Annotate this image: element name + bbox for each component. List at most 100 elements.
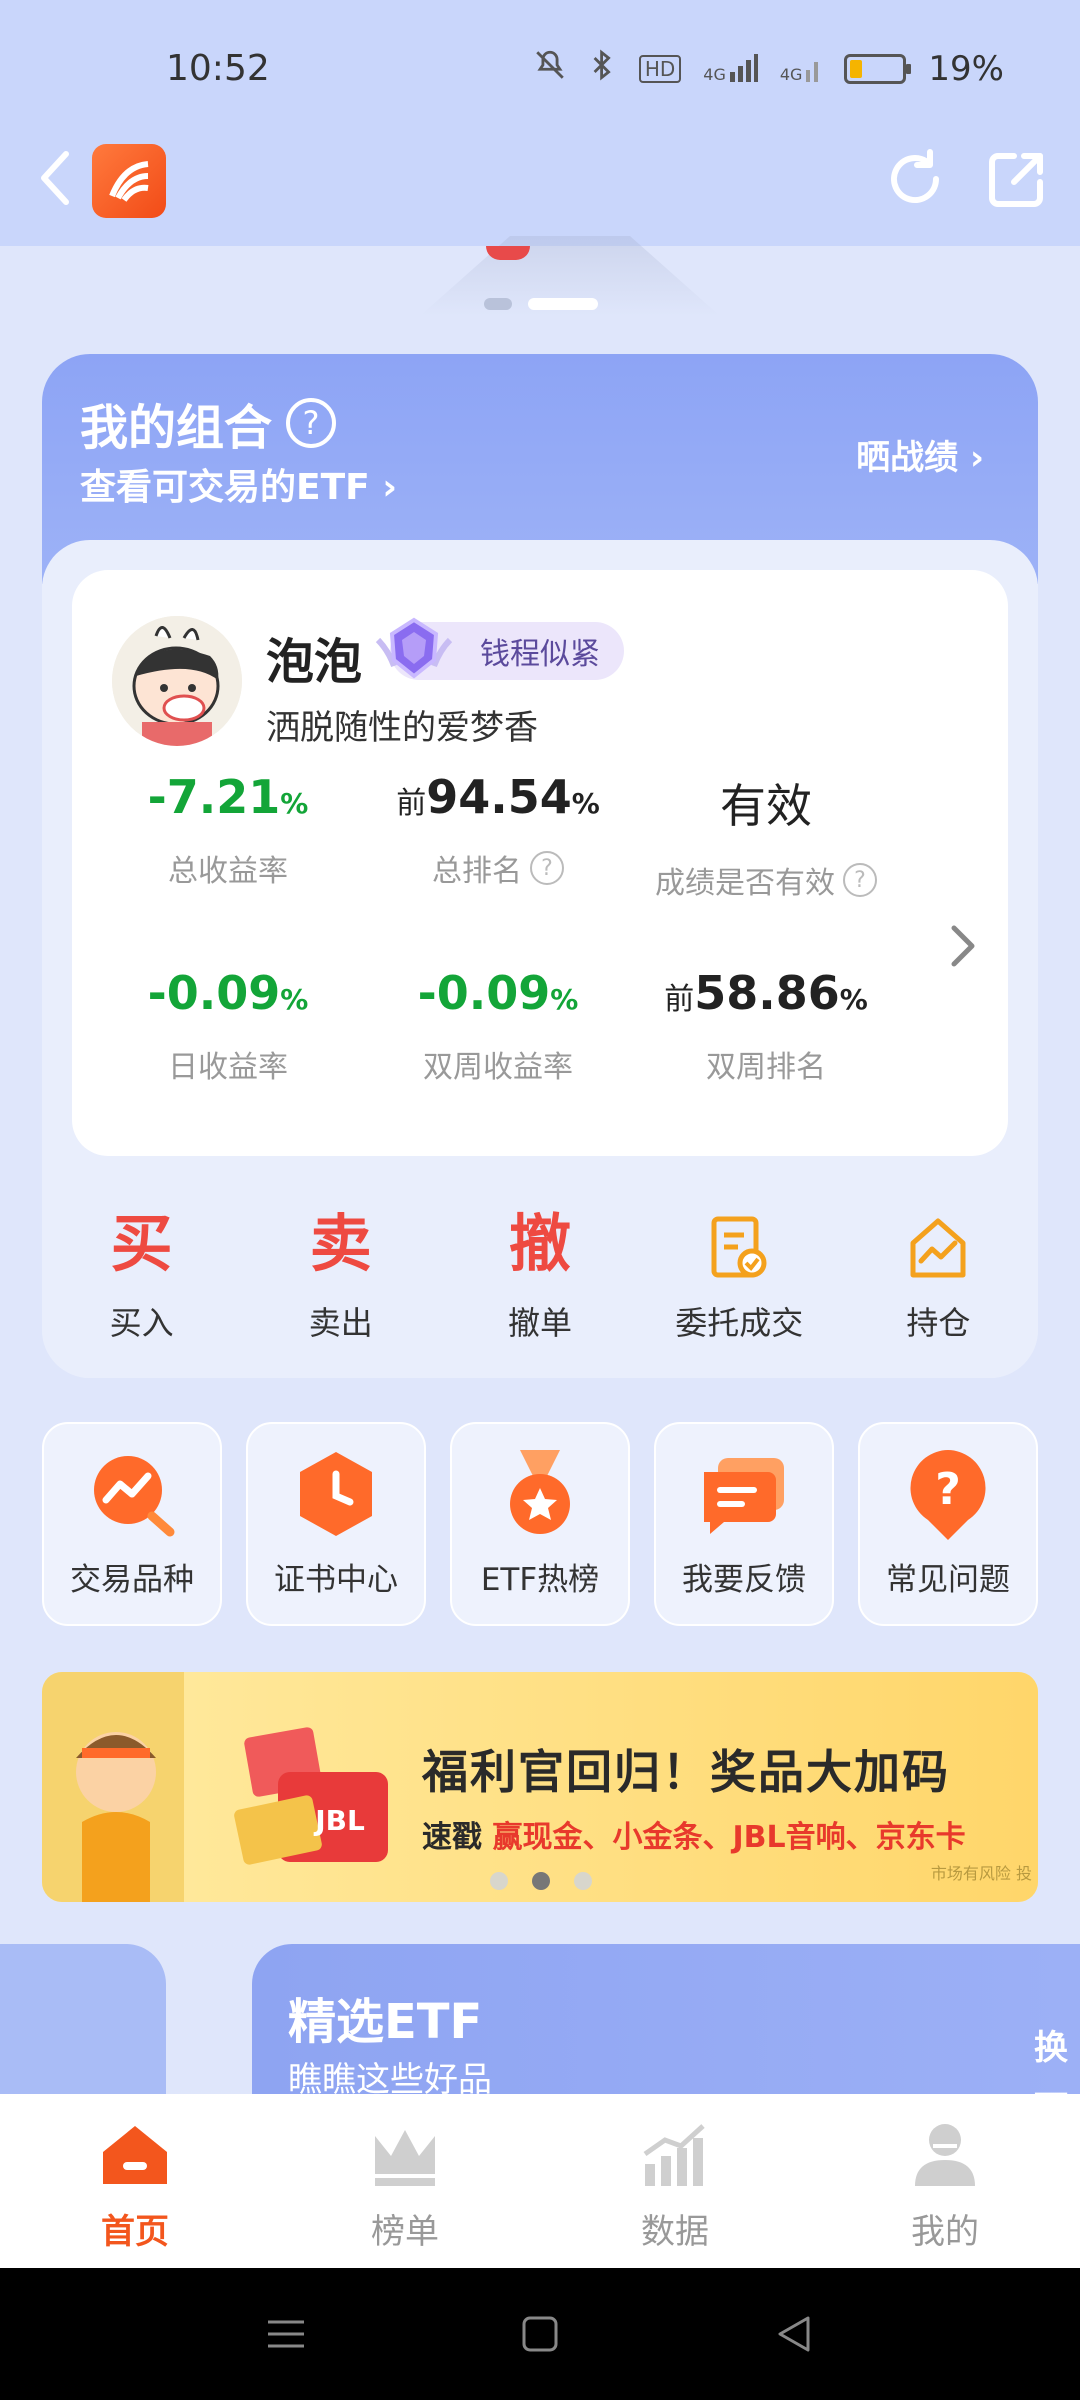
chat-icon — [694, 1444, 794, 1544]
svg-text:?: ? — [935, 1464, 961, 1515]
profile-card[interactable]: 泡泡 钱程似紧 洒脱随性的爱梦香 -7.21% 总收益率 前94.54% 总排名… — [72, 570, 1008, 1156]
chevron-right-icon: › — [969, 438, 984, 478]
help-icon[interactable]: ? — [843, 863, 877, 897]
selected-etf-title: 精选ETF — [288, 1994, 483, 2050]
trend-search-icon — [82, 1444, 182, 1544]
stat-prefix: 前 — [664, 982, 695, 1017]
chevron-right-icon: › — [382, 467, 398, 508]
carousel-dot — [484, 298, 512, 310]
tile-faq[interactable]: ? 常见问题 — [858, 1422, 1038, 1626]
carousel-dot-active — [528, 298, 598, 310]
stat-value: -0.09 — [417, 966, 551, 1020]
battery-icon — [844, 53, 912, 84]
home-square-icon[interactable] — [518, 2312, 562, 2356]
stat-daily-return: -0.09% 日收益率 — [98, 966, 358, 1086]
stat-biweekly-return: -0.09% 双周收益率 — [368, 966, 628, 1086]
logo-icon — [109, 161, 149, 202]
tile-feedback[interactable]: 我要反馈 — [654, 1422, 834, 1626]
holdings-label: 持仓 — [906, 1304, 971, 1342]
refresh-icon — [891, 149, 939, 204]
stat-total-return: -7.21% 总收益率 — [98, 770, 358, 890]
stat-label: 双周排名 — [706, 1050, 826, 1085]
prize-illustration: JBL — [228, 1712, 408, 1872]
stat-value: 有效 — [720, 779, 812, 833]
question-bubble-icon: ? — [898, 1444, 998, 1544]
nav-rankings[interactable]: 榜单 — [270, 2094, 540, 2268]
quick-tiles: 交易品种 证书中心 ETF热榜 我要反馈 ? 常见问题 — [42, 1422, 1038, 1626]
tile-label: 常见问题 — [886, 1562, 1010, 1598]
stat-value: 94.54 — [426, 770, 572, 824]
view-etf-label: 查看可交易的ETF — [80, 467, 370, 508]
share-button[interactable] — [984, 146, 1050, 212]
orders-button[interactable]: 委托成交 — [640, 1204, 839, 1354]
avatar[interactable] — [112, 616, 242, 746]
nav-profile[interactable]: 我的 — [810, 2094, 1080, 2268]
bottom-navigation: 首页 榜单 数据 我的 — [0, 2094, 1080, 2268]
user-motto: 洒脱随性的爱梦香 — [266, 708, 538, 748]
holdings-button[interactable]: 持仓 — [839, 1204, 1038, 1354]
nav-label: 我的 — [911, 2212, 979, 2252]
share-results-link[interactable]: 晒战绩 › — [856, 430, 984, 479]
prize-card-text: JBL — [313, 1804, 365, 1837]
user-icon — [907, 2120, 983, 2190]
cancel-glyph: 撤 — [509, 1207, 572, 1280]
stat-value: 58.86 — [694, 966, 840, 1020]
buy-label: 买入 — [109, 1304, 174, 1342]
etf-prev-card[interactable] — [0, 1944, 166, 2094]
stat-value: -7.21 — [147, 770, 281, 824]
stat-unit: % — [571, 787, 600, 820]
user-nickname: 泡泡 — [266, 634, 363, 690]
chevron-right-icon[interactable] — [942, 916, 982, 976]
network-label-a: 4G — [703, 64, 726, 84]
banner-prev-slide — [42, 1672, 184, 1902]
mute-icon — [533, 48, 567, 89]
sell-label: 卖出 — [308, 1304, 373, 1342]
document-check-icon — [640, 1204, 839, 1284]
tile-trade-varieties[interactable]: 交易品种 — [42, 1422, 222, 1626]
back-button[interactable] — [30, 148, 80, 208]
avatar-icon — [112, 616, 242, 746]
sell-button[interactable]: 卖 卖出 — [241, 1204, 440, 1354]
tile-certificate-center[interactable]: 证书中心 — [246, 1422, 426, 1626]
banner-dot-active — [532, 1872, 550, 1890]
buy-button[interactable]: 买 买入 — [42, 1204, 241, 1354]
promo-banner[interactable]: JBL 福利官回归！奖品大加码 速戳 赢现金、小金条、JBL音响、京东卡 市场有… — [42, 1672, 1038, 1902]
menu-icon[interactable] — [264, 2312, 308, 2356]
stat-unit: % — [280, 787, 309, 820]
orders-label: 委托成交 — [675, 1304, 804, 1342]
tile-etf-hot[interactable]: ETF热榜 — [450, 1422, 630, 1626]
banner-title: 福利官回归！奖品大加码 — [422, 1745, 950, 1799]
bluetooth-icon — [589, 48, 617, 89]
help-icon[interactable]: ? — [530, 851, 564, 885]
trade-actions: 买 买入 卖 卖出 撤 撤单 委托成交 持仓 — [42, 1204, 1038, 1354]
view-etf-link[interactable]: 查看可交易的ETF › — [80, 458, 397, 510]
cancel-label: 撤单 — [508, 1304, 573, 1342]
buy-glyph: 买 — [110, 1207, 173, 1280]
stat-total-rank: 前94.54% 总排名? — [368, 770, 628, 890]
cancel-order-button[interactable]: 撤 撤单 — [440, 1204, 639, 1354]
signal-icon-a: 4G — [703, 53, 758, 84]
system-navigation-bar — [0, 2268, 1080, 2400]
nav-data[interactable]: 数据 — [540, 2094, 810, 2268]
banner-sub-prefix: 速戳 — [422, 1820, 493, 1855]
nav-label: 首页 — [101, 2212, 169, 2252]
sell-glyph: 卖 — [309, 1207, 372, 1280]
stat-label: 总排名 — [432, 854, 522, 889]
help-icon[interactable]: ? — [286, 398, 337, 448]
chart-icon — [637, 2120, 713, 2190]
banner-subtitle: 速戳 赢现金、小金条、JBL音响、京东卡 — [422, 1812, 966, 1856]
stat-unit: % — [839, 983, 868, 1016]
portfolio-title-text: 我的组合 — [80, 400, 273, 456]
stat-value: -0.09 — [147, 966, 281, 1020]
crown-icon — [367, 2120, 443, 2190]
stat-label: 总收益率 — [168, 854, 288, 889]
back-triangle-icon[interactable] — [772, 2312, 816, 2356]
banner-dot — [574, 1872, 592, 1890]
tile-label: ETF热榜 — [480, 1562, 600, 1598]
nav-home[interactable]: 首页 — [0, 2094, 270, 2268]
holdings-icon — [839, 1204, 1038, 1284]
clock-hexagon-icon — [286, 1444, 386, 1544]
share-icon — [989, 153, 1043, 207]
refresh-button[interactable] — [882, 146, 948, 212]
stat-unit: % — [280, 983, 309, 1016]
